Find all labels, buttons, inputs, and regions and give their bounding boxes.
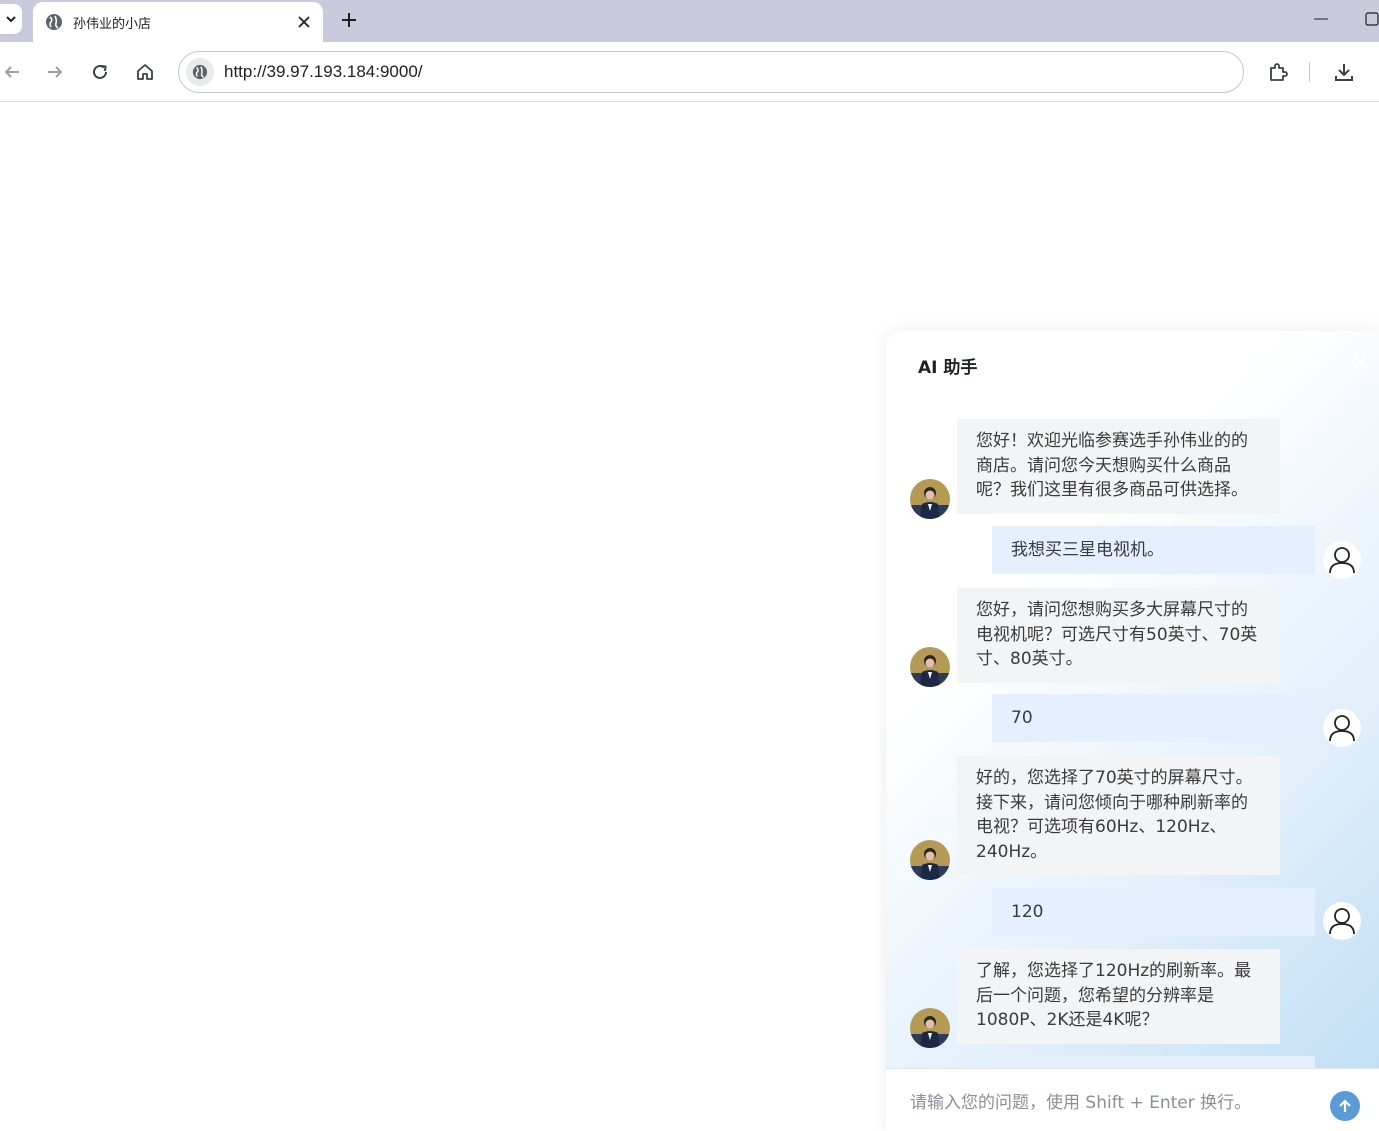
home-icon <box>137 64 153 80</box>
user-avatar <box>1323 709 1361 747</box>
globe-icon <box>46 14 62 30</box>
arrow-up-icon <box>1339 1099 1351 1112</box>
puzzle-icon <box>1270 63 1288 81</box>
minimize-icon <box>1314 18 1328 20</box>
ai-message-bubble: 好的，您选择了70英寸的屏幕尺寸。接下来，请问您倾向于哪种刷新率的电视？可选项有… <box>957 756 1280 875</box>
user-icon <box>1329 715 1355 742</box>
reload-icon <box>93 64 107 79</box>
user-message-bubble: 70 <box>992 694 1315 742</box>
close-chat-button[interactable] <box>1349 351 1371 373</box>
close-icon <box>298 16 310 28</box>
chat-title: AI 助手 <box>918 358 978 378</box>
site-info-button[interactable] <box>186 58 214 86</box>
tab-close-button[interactable] <box>293 11 315 33</box>
globe-icon <box>192 64 208 80</box>
home-button[interactable] <box>129 56 161 88</box>
chat-input-area <box>886 1068 1379 1131</box>
url-text[interactable]: http://39.97.193.184:9000/ <box>224 62 423 82</box>
forward-button[interactable] <box>39 56 71 88</box>
downloads-button[interactable] <box>1328 56 1360 88</box>
refresh-icon <box>1310 355 1324 369</box>
refresh-chat-button[interactable] <box>1306 351 1328 373</box>
ai-assistant-panel: AI 助手 您好！欢迎光临参赛选手孙伟业的的商店。请问您今天想购买什么商品呢？我… <box>886 331 1379 1131</box>
assistant-avatar-icon <box>910 840 950 880</box>
user-avatar <box>1323 902 1361 940</box>
extensions-button[interactable] <box>1262 56 1294 88</box>
address-bar[interactable]: http://39.97.193.184:9000/ <box>178 51 1244 93</box>
arrow-right-icon <box>48 66 63 78</box>
user-message-bubble: 120 <box>992 888 1315 936</box>
plus-icon <box>342 13 356 27</box>
ai-message-bubble: 您好！欢迎光临参赛选手孙伟业的的商店。请问您今天想购买什么商品呢？我们这里有很多… <box>957 419 1280 514</box>
toolbar-divider <box>1309 62 1310 82</box>
browser-toolbar: http://39.97.193.184:9000/ <box>0 42 1379 102</box>
new-tab-button[interactable] <box>334 5 364 35</box>
reload-button[interactable] <box>84 56 116 88</box>
ai-message-bubble: 您好，请问您想购买多大屏幕尺寸的电视机呢？可选尺寸有50英寸、70英寸、80英寸… <box>957 588 1280 683</box>
arrow-left-icon <box>4 66 19 78</box>
ai-avatar <box>910 479 950 519</box>
ai-avatar <box>910 840 950 880</box>
back-button[interactable] <box>0 56 28 88</box>
tab-title: 孙伟业的小店 <box>73 16 152 32</box>
ai-message-bubble: 了解，您选择了120Hz的刷新率。最后一个问题，您希望的分辨率是1080P、2K… <box>957 949 1280 1044</box>
ai-avatar <box>910 647 950 687</box>
close-icon <box>1353 355 1367 369</box>
tab-search-button[interactable] <box>0 4 22 34</box>
maximize-icon <box>1365 12 1379 26</box>
send-button[interactable] <box>1330 1091 1360 1121</box>
user-message-bubble: 我想买三星电视机。 <box>992 526 1315 574</box>
user-icon <box>1329 908 1355 935</box>
chevron-down-icon <box>6 16 16 23</box>
ai-avatar <box>910 1008 950 1048</box>
chat-input[interactable] <box>910 1093 1310 1113</box>
user-avatar <box>1323 541 1361 579</box>
user-icon <box>1329 547 1355 574</box>
download-icon <box>1335 64 1353 81</box>
maximize-button[interactable] <box>1362 8 1379 30</box>
minimize-button[interactable] <box>1308 8 1334 30</box>
browser-tab[interactable]: 孙伟业的小店 <box>33 2 323 42</box>
tab-strip: 孙伟业的小店 <box>0 0 1379 42</box>
assistant-avatar-icon <box>910 647 950 687</box>
assistant-avatar-icon <box>910 479 950 519</box>
assistant-avatar-icon <box>910 1008 950 1048</box>
